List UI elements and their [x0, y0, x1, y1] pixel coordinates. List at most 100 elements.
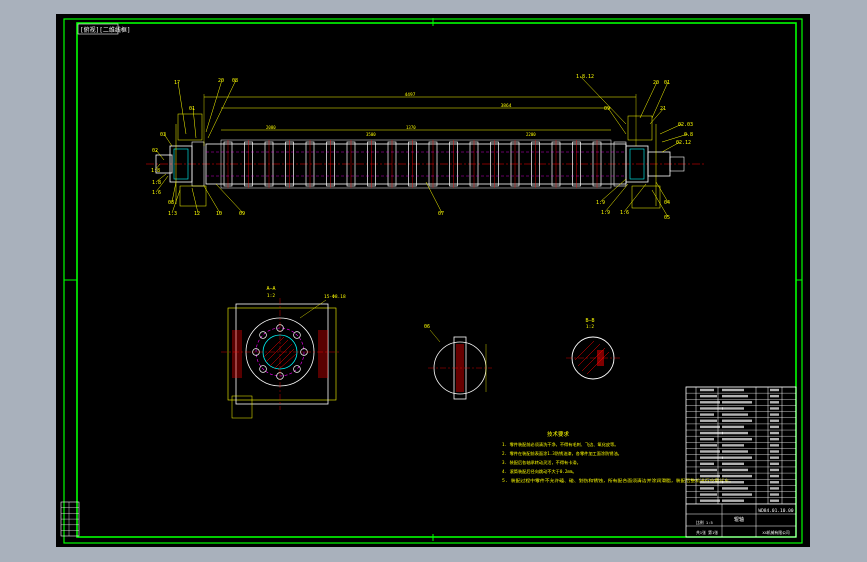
section-a-a: A—A 1:2 15-Φ8.18 — [221, 286, 346, 419]
part-label: 1.3 — [168, 211, 177, 217]
parts-row-qty — [770, 468, 779, 472]
flange-hatch-left — [232, 330, 242, 378]
parts-row-name — [722, 425, 744, 429]
tech-requirements: 技术要求 1. 零件装配前必须清洗干净，不得有毛刺、飞边、氧化皮等。 2. 零件… — [502, 430, 734, 484]
parts-row-code — [700, 487, 714, 490]
part-leader — [191, 187, 199, 214]
key-leader — [429, 329, 441, 343]
part-label: 12 — [194, 211, 200, 217]
part-label: 04 — [664, 200, 670, 206]
parts-row-code — [700, 413, 714, 416]
title-company: XX机械有限公司 — [762, 530, 790, 535]
part-leader — [203, 185, 221, 214]
parts-row-qty — [770, 425, 779, 429]
parts-row-code — [700, 493, 717, 496]
section-a-a-scale: 1:2 — [267, 293, 275, 299]
parts-row-qty — [770, 462, 779, 465]
parts-row-name — [722, 474, 752, 478]
parts-row-name — [722, 456, 752, 459]
parts-row-name — [722, 444, 744, 447]
part-label: 01 — [664, 80, 670, 86]
parts-row-qty — [770, 431, 779, 435]
parts-row-name — [722, 407, 744, 410]
part-leader — [215, 183, 244, 214]
dim-overall-text: 4497 — [405, 92, 416, 98]
tech-item-5: 5. 装配过程中零件不允许磕、碰、划伤和锈蚀，所有配合面须清洁并涂润滑脂，装配后… — [502, 477, 734, 484]
part-leader — [207, 79, 237, 139]
key-label: 06 — [424, 324, 430, 330]
parts-row-code — [700, 425, 720, 429]
parts-row-qty — [770, 419, 779, 422]
dim-small-0: 2080 — [266, 125, 276, 130]
part-label: 20 — [218, 78, 224, 84]
part-label: 20 — [653, 80, 659, 86]
parts-row-name — [722, 487, 748, 490]
title-name: 辊轴 — [734, 516, 744, 523]
parts-row-qty — [770, 394, 779, 398]
dim-small-2: 3500 — [366, 132, 376, 137]
parts-row-qty — [770, 474, 779, 478]
parts-row-qty — [770, 481, 779, 484]
parts-row-name — [722, 462, 744, 465]
part-label: 02.12 — [676, 140, 691, 146]
part-leader — [579, 75, 627, 125]
parts-row-code — [700, 401, 720, 404]
parts-row-code — [700, 419, 717, 422]
cad-viewport[interactable]: [俯视][二维线框] 4497 3864 2080 1370 3500 2200… — [56, 14, 810, 547]
parts-row-code — [700, 431, 723, 435]
parts-row-code — [700, 407, 723, 410]
frame-label: [俯视][二维线框] — [80, 26, 130, 34]
part-label: 17 — [174, 80, 180, 86]
parts-row-name — [722, 438, 752, 441]
tech-item-3: 3. 装配后各轴承转动灵活，不得有卡滞。 — [502, 459, 581, 466]
parts-row-code — [700, 444, 717, 447]
parts-row-code — [700, 388, 714, 392]
part-label: 09 — [239, 211, 245, 217]
parts-row-code — [700, 481, 723, 484]
cad-drawing: [俯视][二维线框] 4497 3864 2080 1370 3500 2200… — [60, 18, 803, 544]
flange-hatch-right — [318, 330, 328, 378]
part-leader — [177, 81, 187, 135]
left-lower-bracket — [179, 185, 207, 207]
right-upper-bracket — [627, 115, 653, 141]
parts-row-name — [722, 419, 752, 422]
parts-row-code — [700, 462, 714, 465]
parts-row-name — [722, 468, 748, 472]
section-b-b-label: B—B — [585, 318, 594, 324]
part-leader — [192, 107, 197, 139]
parts-row-qty — [770, 450, 779, 453]
part-label: 02 — [152, 148, 158, 154]
parts-list — [685, 386, 797, 538]
parts-row-qty — [770, 401, 779, 404]
flange-bolt-hole — [293, 365, 301, 373]
parts-row-code — [700, 438, 714, 441]
part-label: 08 — [232, 78, 238, 84]
part-label: 0.8 — [684, 132, 693, 138]
parts-row-code — [700, 474, 720, 478]
parts-list-rows — [686, 386, 796, 505]
parts-row-name — [722, 413, 748, 416]
left-upper-bracket — [177, 113, 203, 141]
dim-small-1: 1370 — [406, 125, 416, 130]
parts-row-name — [722, 431, 748, 435]
parts-row-qty — [770, 487, 779, 490]
part-label: 1.6 — [620, 210, 629, 216]
part-leader — [599, 178, 627, 203]
parts-row-name — [722, 450, 748, 453]
part-label: 02.03 — [678, 122, 693, 128]
parts-row-name — [722, 388, 744, 392]
inner-border — [76, 22, 797, 538]
title-drawing-number: WD84.01.10.00 — [758, 508, 794, 514]
section-b-b: B—B 1:2 — [566, 318, 620, 380]
part-label: 03 — [160, 132, 166, 138]
part-label: 07 — [438, 211, 444, 217]
roller-assembly — [146, 113, 704, 209]
part-leader — [205, 79, 223, 133]
part-label: 1.8.12 — [576, 74, 594, 80]
parts-row-code — [700, 468, 717, 472]
parts-row-code — [700, 499, 720, 502]
part-leader — [425, 181, 443, 214]
parts-row-qty — [770, 413, 779, 416]
parts-row-code — [700, 394, 717, 398]
flange-bolt-hole — [259, 331, 267, 339]
